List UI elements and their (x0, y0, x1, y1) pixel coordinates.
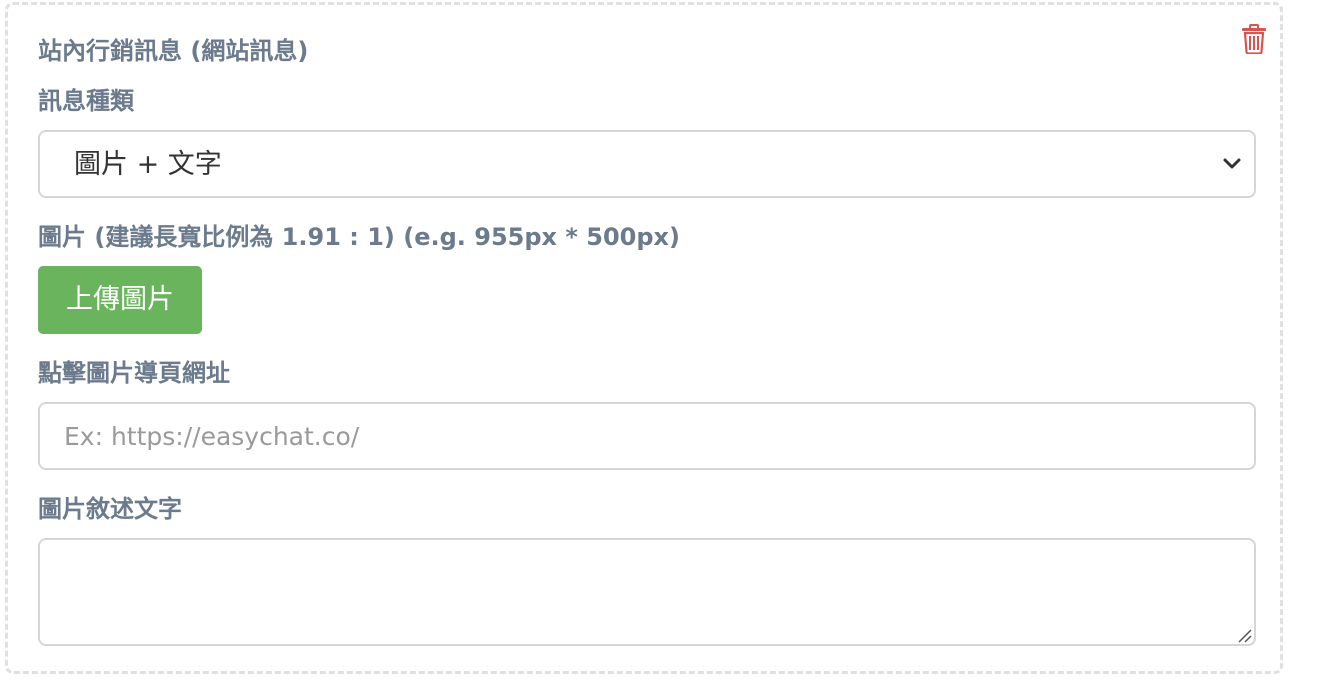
image-link-input[interactable] (38, 402, 1256, 470)
image-link-label: 點擊圖片導頁網址 (38, 359, 230, 387)
trash-icon[interactable] (1241, 24, 1267, 54)
message-type-label: 訊息種類 (38, 87, 134, 115)
image-description-label: 圖片敘述文字 (38, 495, 182, 523)
chevron-down-icon (1223, 158, 1241, 169)
message-type-selected-value: 圖片 + 文字 (74, 149, 222, 180)
resize-handle-icon[interactable] (1236, 627, 1252, 643)
upload-image-button[interactable]: 上傳圖片 (38, 266, 202, 334)
section-title: 站內行銷訊息 (網站訊息) (38, 37, 309, 65)
image-description-textarea[interactable] (38, 538, 1256, 646)
image-label: 圖片 (建議長寬比例為 1.91 : 1) (e.g. 955px * 500p… (38, 223, 680, 251)
message-type-select[interactable]: 圖片 + 文字 (38, 130, 1256, 198)
